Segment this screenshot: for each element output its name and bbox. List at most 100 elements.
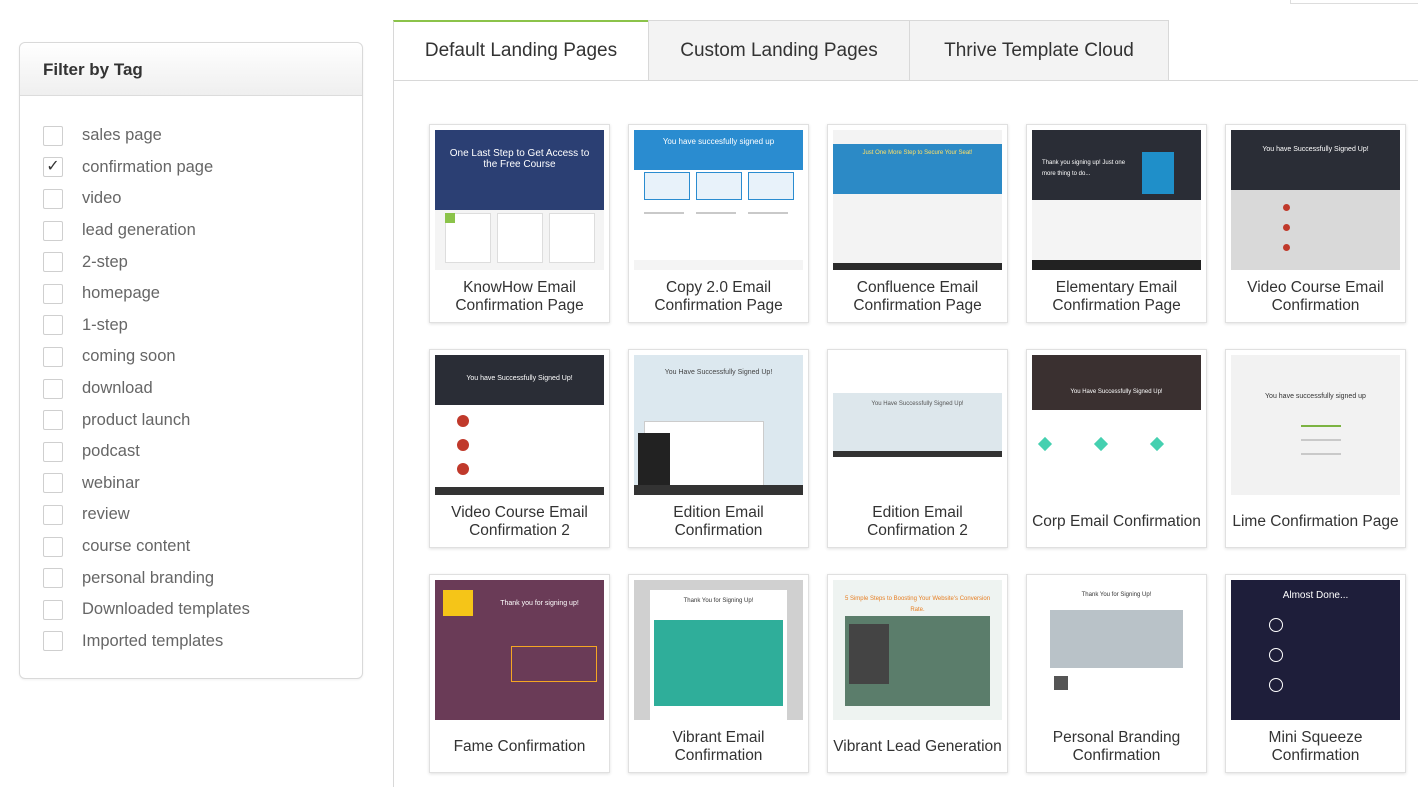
thumb-heading: Thank you signing up! Just one more thin… bbox=[1042, 160, 1126, 177]
tag-label: 1-step bbox=[82, 315, 128, 334]
tag-item-sales-page[interactable]: sales page bbox=[20, 120, 362, 152]
tag-checkbox[interactable] bbox=[43, 378, 63, 399]
template-thumbnail[interactable]: You Have Successfully Signed Up! bbox=[634, 355, 803, 495]
template-card[interactable]: Thank You for Signing Up! Personal Brand… bbox=[1026, 574, 1207, 773]
template-tabs: Default Landing Pages Custom Landing Pag… bbox=[393, 20, 1169, 81]
template-card[interactable]: Thank you signing up! Just one more thin… bbox=[1026, 124, 1207, 323]
tag-label: course content bbox=[82, 537, 191, 556]
tab-default-landing-pages[interactable]: Default Landing Pages bbox=[393, 20, 649, 81]
tag-item-product-launch[interactable]: product launch bbox=[20, 404, 362, 436]
tag-item-download[interactable]: download bbox=[20, 373, 362, 405]
template-card[interactable]: You have successfully signed up Lime Con… bbox=[1225, 349, 1406, 548]
tag-checkbox[interactable] bbox=[43, 504, 63, 525]
template-title: Mini Squeeze Confirmation bbox=[1268, 729, 1363, 764]
template-card[interactable]: Almost Done... Mini Squeeze Confirmation bbox=[1225, 574, 1406, 773]
thumb-heading: You Have Successfully Signed Up! bbox=[871, 401, 964, 407]
template-thumbnail[interactable]: Just One More Step to Secure Your Seat! bbox=[833, 130, 1002, 270]
template-thumbnail[interactable]: Thank you for signing up! bbox=[435, 580, 604, 720]
thumb-heading: Thank You for Signing Up! bbox=[1081, 592, 1152, 598]
tag-checkbox[interactable] bbox=[43, 473, 63, 494]
template-thumbnail[interactable]: Thank you signing up! Just one more thin… bbox=[1032, 130, 1201, 270]
template-thumbnail[interactable]: 5 Simple Steps to Boosting Your Website'… bbox=[833, 580, 1002, 720]
tag-item-lead-generation[interactable]: lead generation bbox=[20, 215, 362, 247]
template-card[interactable]: You have Successfully Signed Up! Video C… bbox=[1225, 124, 1406, 323]
template-thumbnail[interactable]: You have successfully signed up bbox=[1231, 355, 1400, 495]
tag-checkbox[interactable] bbox=[43, 631, 63, 652]
tag-item-2-step[interactable]: 2-step bbox=[20, 246, 362, 278]
top-right-border bbox=[1290, 0, 1418, 4]
tag-item-course-content[interactable]: course content bbox=[20, 531, 362, 563]
template-title: Confluence Email Confirmation Page bbox=[853, 279, 982, 314]
template-card[interactable]: Thank you for signing up! Fame Confirmat… bbox=[429, 574, 610, 773]
template-thumbnail[interactable]: You have succesfully signed up bbox=[634, 130, 803, 270]
tag-checkbox[interactable]: ✓ bbox=[43, 157, 63, 178]
tag-item-personal-branding[interactable]: personal branding bbox=[20, 562, 362, 594]
tag-checkbox[interactable] bbox=[43, 410, 63, 431]
template-card[interactable]: You Have Successfully Signed Up! Corp Em… bbox=[1026, 349, 1207, 548]
tag-item-podcast[interactable]: podcast bbox=[20, 436, 362, 468]
tag-checkbox[interactable] bbox=[43, 188, 63, 209]
tag-checkbox[interactable] bbox=[43, 441, 63, 462]
tag-label: confirmation page bbox=[82, 157, 214, 176]
template-title: Video Course Email Confirmation bbox=[1247, 279, 1384, 314]
tag-checkbox[interactable] bbox=[43, 568, 63, 589]
template-card[interactable]: One Last Step to Get Access to the Free … bbox=[429, 124, 610, 323]
checkmark-icon: ✓ bbox=[46, 158, 60, 176]
thumb-heading: You have Successfully Signed Up! bbox=[466, 375, 573, 382]
tag-checkbox[interactable] bbox=[43, 283, 63, 304]
tag-item-1-step[interactable]: 1-step bbox=[20, 310, 362, 342]
tag-label: video bbox=[82, 189, 122, 208]
thumb-heading: Thank You for Signing Up! bbox=[683, 598, 754, 604]
template-thumbnail[interactable]: One Last Step to Get Access to the Free … bbox=[435, 130, 604, 270]
template-thumbnail[interactable]: Almost Done... bbox=[1231, 580, 1400, 720]
tag-checkbox[interactable] bbox=[43, 252, 63, 273]
template-card[interactable]: Thank You for Signing Up! Vibrant Email … bbox=[628, 574, 809, 773]
template-card[interactable]: You have succesfully signed up Copy 2.0 … bbox=[628, 124, 809, 323]
tag-checkbox[interactable] bbox=[43, 220, 63, 241]
tag-label: coming soon bbox=[82, 347, 176, 366]
template-card[interactable]: Just One More Step to Secure Your Seat! … bbox=[827, 124, 1008, 323]
thumb-heading: One Last Step to Get Access to the Free … bbox=[449, 148, 590, 170]
tag-checkbox[interactable] bbox=[43, 599, 63, 620]
tag-item-downloaded-templates[interactable]: Downloaded templates bbox=[20, 594, 362, 626]
template-title: Edition Email Confirmation 2 bbox=[867, 504, 968, 539]
tag-checkbox[interactable] bbox=[43, 315, 63, 336]
template-title: Video Course Email Confirmation 2 bbox=[451, 504, 588, 539]
tag-item-coming-soon[interactable]: coming soon bbox=[20, 341, 362, 373]
thumb-heading: You have Successfully Signed Up! bbox=[1262, 146, 1369, 153]
template-thumbnail[interactable]: Thank You for Signing Up! bbox=[634, 580, 803, 720]
tag-item-confirmation-page[interactable]: ✓ confirmation page bbox=[20, 152, 362, 184]
template-thumbnail[interactable]: You Have Successfully Signed Up! bbox=[833, 355, 1002, 495]
tag-item-video[interactable]: video bbox=[20, 183, 362, 215]
tag-label: personal branding bbox=[82, 568, 215, 587]
template-thumbnail[interactable]: You Have Successfully Signed Up! bbox=[1032, 355, 1201, 495]
template-card[interactable]: You have Successfully Signed Up! Video C… bbox=[429, 349, 610, 548]
template-thumbnail[interactable]: You have Successfully Signed Up! bbox=[1231, 130, 1400, 270]
tag-item-review[interactable]: review bbox=[20, 499, 362, 531]
template-thumbnail[interactable]: Thank You for Signing Up! bbox=[1032, 580, 1201, 720]
template-title: Lime Confirmation Page bbox=[1232, 513, 1399, 530]
tag-checkbox[interactable] bbox=[43, 346, 63, 367]
thumb-heading: Thank you for signing up! bbox=[500, 600, 579, 607]
tab-custom-landing-pages[interactable]: Custom Landing Pages bbox=[648, 20, 910, 81]
template-title: Fame Confirmation bbox=[453, 738, 586, 755]
template-card[interactable]: You Have Successfully Signed Up! Edition… bbox=[628, 349, 809, 548]
tag-label: 2-step bbox=[82, 252, 128, 271]
tab-thrive-template-cloud[interactable]: Thrive Template Cloud bbox=[909, 20, 1169, 81]
template-title: Vibrant Lead Generation bbox=[833, 738, 1002, 755]
template-thumbnail[interactable]: You have Successfully Signed Up! bbox=[435, 355, 604, 495]
tag-label: review bbox=[82, 505, 130, 524]
template-card[interactable]: 5 Simple Steps to Boosting Your Website'… bbox=[827, 574, 1008, 773]
template-title: Corp Email Confirmation bbox=[1032, 513, 1201, 530]
tag-label: webinar bbox=[82, 473, 140, 492]
template-card[interactable]: You Have Successfully Signed Up! Edition… bbox=[827, 349, 1008, 548]
tag-checkbox[interactable] bbox=[43, 125, 63, 146]
template-title: Copy 2.0 Email Confirmation Page bbox=[654, 279, 783, 314]
tag-checkbox[interactable] bbox=[43, 536, 63, 557]
thumb-heading: You Have Successfully Signed Up! bbox=[1070, 389, 1163, 395]
tag-item-imported-templates[interactable]: Imported templates bbox=[20, 626, 362, 658]
tag-item-homepage[interactable]: homepage bbox=[20, 278, 362, 310]
template-title: Personal Branding Confirmation bbox=[1052, 729, 1181, 764]
tag-item-webinar[interactable]: webinar bbox=[20, 468, 362, 500]
tag-label: Imported templates bbox=[82, 631, 224, 650]
